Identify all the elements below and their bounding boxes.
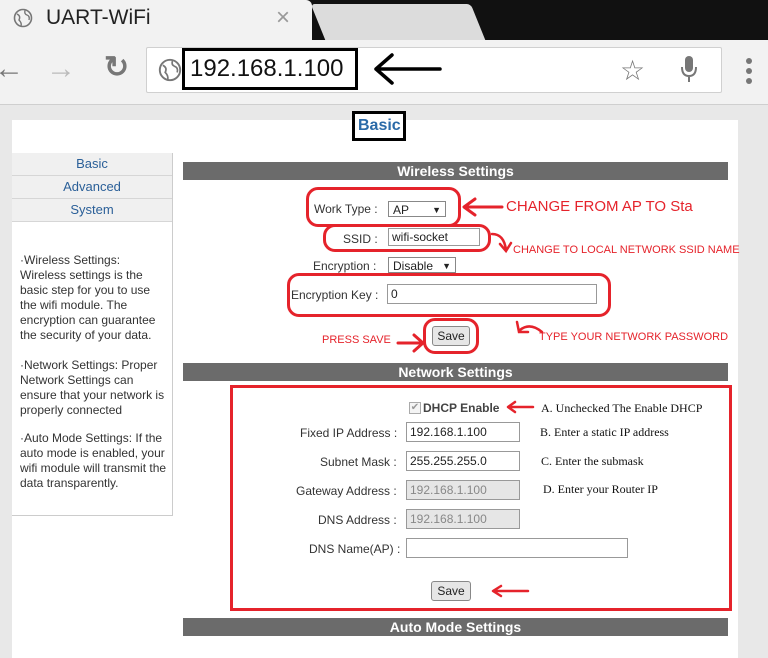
menu-icon[interactable] [744, 57, 754, 87]
network-save-button[interactable]: Save [431, 581, 471, 601]
dhcp-label: DHCP Enable [423, 401, 500, 415]
encryption-key-label: Encryption Key : [291, 288, 379, 302]
annotation-ssid: CHANGE TO LOCAL NETWORK SSID NAME [513, 244, 740, 256]
work-type-select[interactable]: AP ▼ [388, 201, 446, 217]
fixed-ip-input[interactable]: 192.168.1.100 [406, 422, 520, 442]
auto-mode-settings-header: Auto Mode Settings [183, 618, 728, 636]
wireless-save-button[interactable]: Save [432, 326, 470, 346]
url-text[interactable]: 192.168.1.100 [190, 55, 343, 83]
sidebar-item-advanced[interactable]: Advanced [12, 176, 172, 199]
network-settings-header: Network Settings [183, 363, 728, 381]
annotation-work-type: CHANGE FROM AP TO Sta [506, 198, 693, 215]
arrow-left-icon [462, 197, 504, 217]
dhcp-checkbox[interactable]: ✔ [409, 402, 421, 414]
arrow-left-icon [491, 584, 530, 598]
close-tab-icon[interactable]: × [276, 4, 290, 32]
dropdown-arrow-icon: ▼ [432, 205, 441, 215]
sidebar-item-basic[interactable]: Basic [12, 153, 172, 176]
bookmark-star-icon[interactable]: ☆ [620, 54, 645, 87]
annotation-d: D. Enter your Router IP [543, 482, 658, 496]
encryption-select[interactable]: Disable ▼ [388, 257, 456, 273]
gateway-label: Gateway Address : [296, 484, 397, 498]
page-title: Basic [358, 117, 401, 134]
forward-icon[interactable]: → [46, 52, 76, 86]
work-type-label: Work Type : [314, 202, 378, 216]
arrow-curve-icon [490, 232, 513, 254]
arrow-right-icon [396, 333, 425, 353]
annotation-c: C. Enter the submask [541, 454, 644, 468]
dns-address-input[interactable]: 192.168.1.100 [406, 509, 520, 529]
dns-address-label: DNS Address : [318, 513, 397, 527]
tab-title: UART-WiFi [46, 6, 151, 29]
annotation-a: A. Unchecked The Enable DHCP [541, 401, 703, 415]
encryption-label: Encryption : [313, 259, 377, 273]
ssid-label: SSID : [343, 232, 378, 246]
help-wireless: ·Wireless Settings: Wireless settings is… [20, 253, 156, 342]
encryption-value: Disable [393, 259, 434, 273]
arrow-left-icon [374, 53, 442, 85]
work-type-value: AP [393, 203, 410, 217]
back-icon[interactable]: ← [0, 52, 24, 86]
globe-icon [13, 8, 33, 28]
help-auto-mode: ·Auto Mode Settings: If the auto mode is… [20, 431, 167, 490]
dropdown-arrow-icon: ▼ [442, 261, 451, 271]
annotation-b: B. Enter a static IP address [540, 425, 669, 439]
gateway-input[interactable]: 192.168.1.100 [406, 480, 520, 500]
help-network: ·Network Settings: Proper Network Settin… [20, 358, 165, 417]
new-tab[interactable] [310, 4, 486, 40]
reload-icon[interactable]: ↻ [104, 50, 129, 85]
subnet-mask-label: Subnet Mask : [320, 455, 397, 469]
sidebar-item-system[interactable]: System [12, 199, 172, 222]
dns-name-input[interactable] [406, 538, 628, 558]
ssid-input[interactable]: wifi-socket [388, 228, 480, 246]
dns-name-label: DNS Name(AP) : [309, 542, 401, 556]
arrow-left-icon [506, 400, 535, 414]
microphone-icon[interactable] [680, 55, 698, 83]
wireless-settings-header: Wireless Settings [183, 162, 728, 180]
fixed-ip-label: Fixed IP Address : [300, 426, 398, 440]
globe-icon [158, 58, 182, 82]
annotation-password: TYPE YOUR NETWORK PASSWORD [539, 331, 729, 343]
annotation-press-save: PRESS SAVE [322, 334, 391, 346]
subnet-mask-input[interactable]: 255.255.255.0 [406, 451, 520, 471]
encryption-key-input[interactable]: 0 [387, 284, 597, 304]
